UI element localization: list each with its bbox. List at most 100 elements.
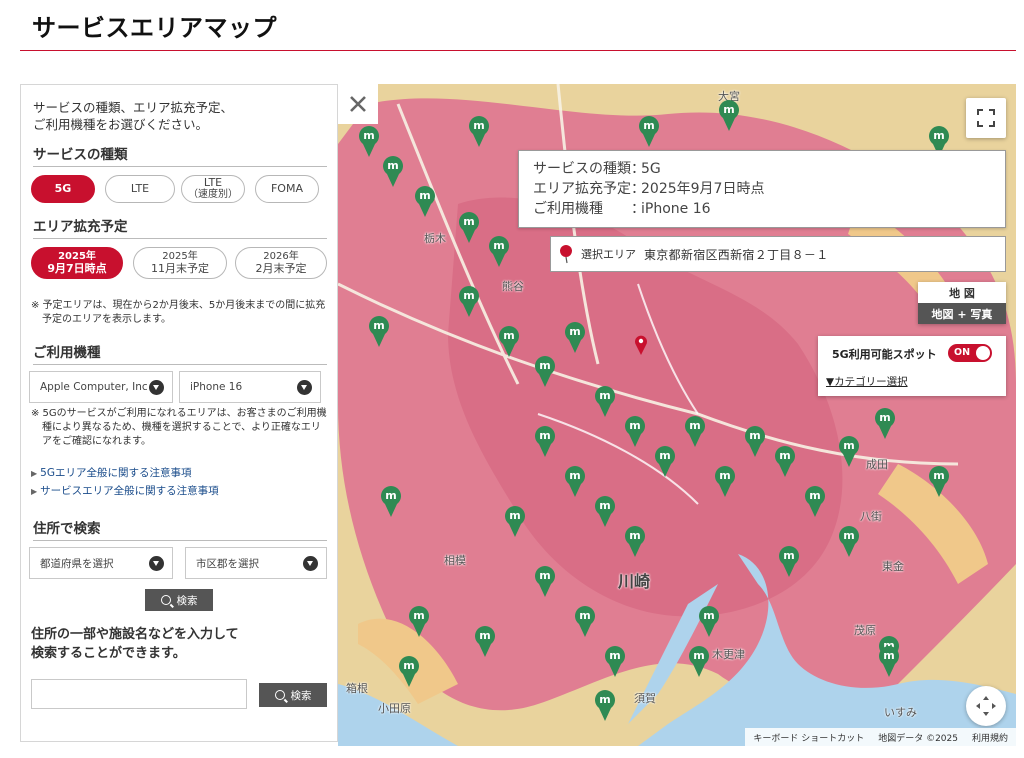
chevron-down-icon: [297, 380, 312, 395]
5g-spot-pin[interactable]: m: [504, 504, 526, 538]
info-service-value: 5G: [641, 161, 661, 177]
5g-spot-pin[interactable]: m: [594, 384, 616, 418]
5g-spot-pin[interactable]: m: [368, 314, 390, 348]
5g-spot-pin[interactable]: m: [778, 544, 800, 578]
5g-spot-pin[interactable]: m: [534, 564, 556, 598]
pin-letter: m: [463, 215, 474, 228]
5g-spot-pin[interactable]: m: [534, 424, 556, 458]
5g-spot-pin[interactable]: m: [594, 494, 616, 528]
area-plan-current-button[interactable]: 2025年 9月7日時点: [31, 247, 123, 279]
pin-letter: m: [629, 419, 640, 432]
map-type-photo-button[interactable]: 地図 + 写真: [918, 303, 1006, 324]
pin-letter: m: [479, 629, 490, 642]
5g-spot-pin[interactable]: m: [624, 414, 646, 448]
5g-spot-pin[interactable]: m: [774, 444, 796, 478]
pin-letter: m: [883, 649, 894, 662]
5g-spot-pin[interactable]: m: [688, 644, 710, 678]
5g-spot-pin[interactable]: m: [624, 524, 646, 558]
pin-letter: m: [659, 449, 670, 462]
free-search-line-1: 住所の一部や施設名などを入力して: [31, 627, 239, 642]
5g-spot-pin[interactable]: m: [382, 154, 404, 188]
area-plan-nov-date: 11月末予定: [151, 262, 209, 275]
5g-spot-pin[interactable]: m: [564, 320, 586, 354]
pin-letter: m: [719, 469, 730, 482]
service-caution-link[interactable]: ▶ サービスエリア全般に関する注意事項: [31, 483, 219, 498]
terms-link[interactable]: 利用規約: [972, 731, 1008, 744]
5g-spot-pin[interactable]: m: [458, 284, 480, 318]
free-search-description: 住所の一部や施設名などを入力して 検索することができます。: [31, 625, 239, 663]
5g-spot-pin[interactable]: m: [744, 424, 766, 458]
service-lte-button[interactable]: LTE: [105, 175, 175, 203]
search-icon: [274, 690, 285, 700]
service-foma-button[interactable]: FOMA: [255, 175, 319, 203]
5g-spot-pin[interactable]: m: [488, 234, 510, 268]
5g-spot-pin[interactable]: m: [534, 354, 556, 388]
5g-spot-pin[interactable]: m: [604, 644, 626, 678]
keyboard-shortcuts-link[interactable]: キーボード ショートカット: [753, 731, 864, 744]
5g-spot-pin[interactable]: m: [838, 434, 860, 468]
category-select-link[interactable]: ▼カテゴリー選択: [826, 374, 908, 389]
device-maker-select[interactable]: Apple Computer, Inc: [29, 371, 173, 403]
5g-spot-pin[interactable]: m: [414, 184, 436, 218]
service-5g-button[interactable]: 5G: [31, 175, 95, 203]
5g-spot-pin[interactable]: m: [698, 604, 720, 638]
place-hakone: 箱根: [346, 682, 368, 695]
free-search-button[interactable]: 検索: [259, 683, 327, 707]
address-search-button[interactable]: 検索: [145, 589, 213, 611]
pin-letter: m: [569, 325, 580, 338]
map-data-text: 地図データ ©2025: [878, 733, 958, 744]
recenter-button[interactable]: [966, 686, 1006, 726]
5g-spot-pin[interactable]: m: [928, 464, 950, 498]
5g-spot-pin[interactable]: m: [458, 210, 480, 244]
pin-letter: m: [539, 359, 550, 372]
city-select[interactable]: 市区郡を選択: [185, 547, 327, 579]
place-narita: 成田: [866, 458, 888, 471]
pin-letter: m: [693, 649, 704, 662]
5g-spot-pin[interactable]: m: [474, 624, 496, 658]
close-icon: [350, 96, 366, 112]
fullscreen-button[interactable]: [966, 98, 1006, 138]
toggle-knob: [976, 346, 990, 360]
5g-spot-pin[interactable]: m: [878, 644, 900, 678]
prefecture-select[interactable]: 都道府県を選択: [29, 547, 173, 579]
pin-letter: m: [599, 693, 610, 706]
free-search-input[interactable]: [31, 679, 247, 709]
coverage-map[interactable]: 川崎 相模 須賀 小田原 いすみ 茂原 東金 八街 成田 木更津 箱根 栃木 熊…: [338, 84, 1016, 746]
5g-spot-pin[interactable]: m: [380, 484, 402, 518]
spot-toggle[interactable]: ON: [948, 344, 992, 362]
5g-spot-pin[interactable]: m: [564, 464, 586, 498]
place-yachimata: 八街: [860, 510, 882, 523]
service-lte-speed-button[interactable]: LTE （速度別）: [181, 175, 245, 203]
area-plan-nov-button[interactable]: 2025年 11月末予定: [133, 247, 227, 279]
service-lte-label: LTE: [130, 182, 150, 195]
5g-spot-pin[interactable]: m: [498, 324, 520, 358]
5g-spot-pin[interactable]: m: [714, 464, 736, 498]
5g-spot-pin[interactable]: m: [468, 114, 490, 148]
pin-letter: m: [749, 429, 760, 442]
selection-info-box: サービスの種類： 5G エリア拡充予定： 2025年9月7日時点 ご利用機種 ：…: [518, 150, 1006, 228]
area-plan-feb-button[interactable]: 2026年 2月末予定: [235, 247, 327, 279]
5g-spot-pin[interactable]: m: [408, 604, 430, 638]
map-type-map-button[interactable]: 地 図: [918, 282, 1006, 303]
5g-spot-pin[interactable]: m: [684, 414, 706, 448]
pin-letter: m: [879, 411, 890, 424]
service-caution-link-label: サービスエリア全般に関する注意事項: [40, 485, 219, 497]
close-map-button[interactable]: [338, 84, 378, 124]
5g-spot-pin[interactable]: m: [838, 524, 860, 558]
5g-spot-pin[interactable]: m: [654, 444, 676, 478]
info-plan-key: エリア拡充予定：: [533, 181, 645, 197]
5g-spot-pin[interactable]: m: [594, 688, 616, 722]
device-model-select[interactable]: iPhone 16: [179, 371, 321, 403]
5g-caution-link[interactable]: ▶ 5Gエリア全般に関する注意事項: [31, 465, 191, 480]
pin-letter: m: [843, 529, 854, 542]
5g-spot-pin[interactable]: m: [358, 124, 380, 158]
5g-spot-pin[interactable]: m: [718, 98, 740, 132]
5g-spot-pin[interactable]: m: [874, 406, 896, 440]
intro-line-1: サービスの種類、エリア拡充予定、: [33, 100, 234, 115]
5g-spot-pin[interactable]: m: [638, 114, 660, 148]
place-yokosuka: 須賀: [634, 692, 656, 705]
pin-letter: m: [933, 469, 944, 482]
5g-spot-pin[interactable]: m: [804, 484, 826, 518]
5g-spot-pin[interactable]: m: [398, 654, 420, 688]
5g-spot-pin[interactable]: m: [574, 604, 596, 638]
